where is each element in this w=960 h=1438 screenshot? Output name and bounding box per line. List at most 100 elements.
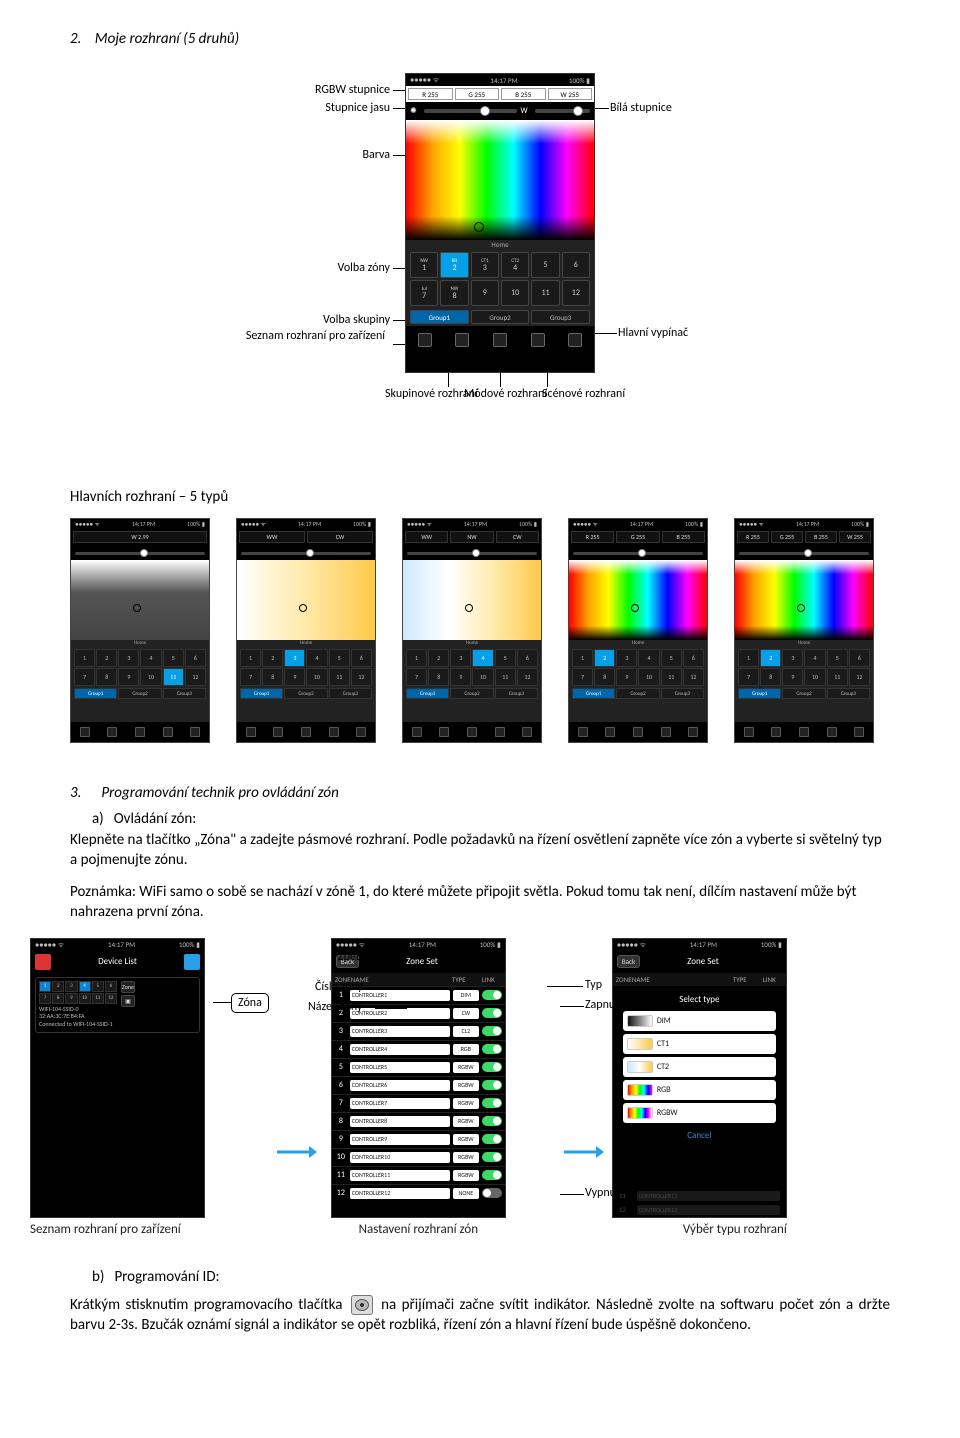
thumb-bottom-4[interactable]	[845, 722, 873, 742]
thumb-zone-1[interactable]: 1	[738, 649, 759, 667]
thumb-zone-12[interactable]: 12	[517, 668, 538, 686]
thumb-zone-8[interactable]: 8	[96, 668, 117, 686]
thumb-zone-6[interactable]: 6	[683, 649, 704, 667]
zone-row-6[interactable]: 6CONTROLLER6RGBW	[332, 1076, 505, 1094]
zone-row-10[interactable]: 10CONTROLLER10RGBW	[332, 1148, 505, 1166]
thumb-zone-3[interactable]: 3	[284, 649, 305, 667]
thumb-zone-6[interactable]: 6	[517, 649, 538, 667]
thumb-group-1[interactable]: Group1	[572, 688, 615, 699]
zone-button-8[interactable]: NW8	[440, 280, 468, 306]
thumb-zone-6[interactable]: 6	[351, 649, 372, 667]
thumb-zone-11[interactable]: 11	[495, 668, 516, 686]
thumb-zone-2[interactable]: 2	[594, 649, 615, 667]
thumb-group-1[interactable]: Group1	[406, 688, 449, 699]
camera-icon[interactable]: ▣	[121, 995, 135, 1007]
device-entry[interactable]: 123456789101112 WIFI-104-SSID-0 32:AA:3C…	[35, 977, 200, 1033]
zone-button-11[interactable]: 11	[531, 280, 559, 306]
link-toggle-7[interactable]	[482, 1098, 502, 1108]
mini-zone-11[interactable]: 11	[92, 993, 104, 1004]
thumb-zone-5[interactable]: 5	[661, 649, 682, 667]
thumb-bottom-3[interactable]	[652, 722, 680, 742]
thumb-group-2[interactable]: Group2	[284, 688, 327, 699]
mini-zone-5[interactable]: 5	[92, 981, 104, 992]
color-selector-ring[interactable]	[474, 222, 484, 232]
mini-zone-2[interactable]: 2	[52, 981, 64, 992]
brightness-slider[interactable]: ✺ W	[406, 102, 594, 120]
bottom-devlist-button[interactable]	[406, 326, 444, 354]
zone-row-8[interactable]: 8CONTROLLER8RGBW	[332, 1112, 505, 1130]
thumb-bottom-2[interactable]	[458, 722, 486, 742]
thumb-zone-7[interactable]: 7	[572, 668, 593, 686]
color-picker[interactable]	[406, 120, 594, 240]
link-toggle-5[interactable]	[482, 1062, 502, 1072]
thumb-zone-4[interactable]: 4	[140, 649, 161, 667]
zone-button-5[interactable]: 5	[531, 252, 559, 278]
thumb-bottom-0[interactable]	[403, 722, 431, 742]
zone-row-12[interactable]: 12CONTROLLER12NONE	[332, 1184, 505, 1202]
back-button-2[interactable]: Back	[617, 955, 640, 968]
link-toggle-11[interactable]	[482, 1170, 502, 1180]
mini-zone-7[interactable]: 7	[39, 993, 51, 1004]
bottom-group-button[interactable]	[444, 326, 482, 354]
mini-zone-9[interactable]: 9	[65, 993, 77, 1004]
thumb-bottom-2[interactable]	[292, 722, 320, 742]
thumb-group-3[interactable]: Group3	[495, 688, 538, 699]
thumb-zone-9[interactable]: 9	[450, 668, 471, 686]
zone-row-7[interactable]: 7CONTROLLER7RGBW	[332, 1094, 505, 1112]
thumb-bottom-0[interactable]	[735, 722, 763, 742]
thumb-bottom-2[interactable]	[126, 722, 154, 742]
link-toggle-1[interactable]	[482, 990, 502, 1000]
zone-button-3[interactable]: CT13	[471, 252, 499, 278]
thumb-group-1[interactable]: Group1	[738, 688, 781, 699]
thumb-group-2[interactable]: Group2	[616, 688, 659, 699]
link-toggle-6[interactable]	[482, 1080, 502, 1090]
thumb-zone-5[interactable]: 5	[827, 649, 848, 667]
thumb-zone-10[interactable]: 10	[140, 668, 161, 686]
thumb-zone-3[interactable]: 3	[450, 649, 471, 667]
search-icon[interactable]	[184, 954, 200, 970]
link-toggle-3[interactable]	[482, 1026, 502, 1036]
link-toggle-8[interactable]	[482, 1116, 502, 1126]
mini-zone-4[interactable]: 4	[79, 981, 91, 992]
thumb-zone-10[interactable]: 10	[472, 668, 493, 686]
zone-button-7[interactable]: Jul7	[410, 280, 438, 306]
thumb-zone-12[interactable]: 12	[849, 668, 870, 686]
zone-icon[interactable]: Zone	[121, 981, 135, 993]
thumb-zone-12[interactable]: 12	[185, 668, 206, 686]
thumb-zone-8[interactable]: 8	[262, 668, 283, 686]
zone-button-1[interactable]: NW1	[410, 252, 438, 278]
thumb-group-1[interactable]: Group1	[74, 688, 117, 699]
thumb-bottom-1[interactable]	[265, 722, 293, 742]
thumb-zone-3[interactable]: 3	[782, 649, 803, 667]
thumb-zone-5[interactable]: 5	[329, 649, 350, 667]
thumb-bottom-2[interactable]	[790, 722, 818, 742]
thumb-bottom-4[interactable]	[513, 722, 541, 742]
thumb-zone-4[interactable]: 4	[804, 649, 825, 667]
zone-row-5[interactable]: 5CONTROLLER5RGBW	[332, 1058, 505, 1076]
thumb-group-3[interactable]: Group3	[661, 688, 704, 699]
thumb-bottom-3[interactable]	[486, 722, 514, 742]
thumb-zone-10[interactable]: 10	[306, 668, 327, 686]
thumb-bottom-3[interactable]	[320, 722, 348, 742]
mini-zone-8[interactable]: 8	[52, 993, 64, 1004]
mini-zone-1[interactable]: 1	[39, 981, 51, 992]
link-toggle-12[interactable]	[482, 1188, 502, 1198]
link-toggle-4[interactable]	[482, 1044, 502, 1054]
thumb-zone-7[interactable]: 7	[240, 668, 261, 686]
thumb-group-3[interactable]: Group3	[827, 688, 870, 699]
thumb-zone-4[interactable]: 4	[472, 649, 493, 667]
thumb-group-1[interactable]: Group1	[240, 688, 283, 699]
thumb-zone-2[interactable]: 2	[96, 649, 117, 667]
thumb-bottom-3[interactable]	[818, 722, 846, 742]
mini-zone-3[interactable]: 3	[65, 981, 77, 992]
thumb-zone-9[interactable]: 9	[284, 668, 305, 686]
thumb-bottom-2[interactable]	[624, 722, 652, 742]
zone-button-12[interactable]: 12	[562, 280, 590, 306]
zone-row-9[interactable]: 9CONTROLLER9RGBW	[332, 1130, 505, 1148]
brightness-knob[interactable]	[480, 106, 490, 116]
white-knob[interactable]	[573, 106, 583, 116]
thumb-zone-12[interactable]: 12	[683, 668, 704, 686]
thumb-bottom-4[interactable]	[181, 722, 209, 742]
thumb-zone-3[interactable]: 3	[118, 649, 139, 667]
thumb-zone-4[interactable]: 4	[306, 649, 327, 667]
